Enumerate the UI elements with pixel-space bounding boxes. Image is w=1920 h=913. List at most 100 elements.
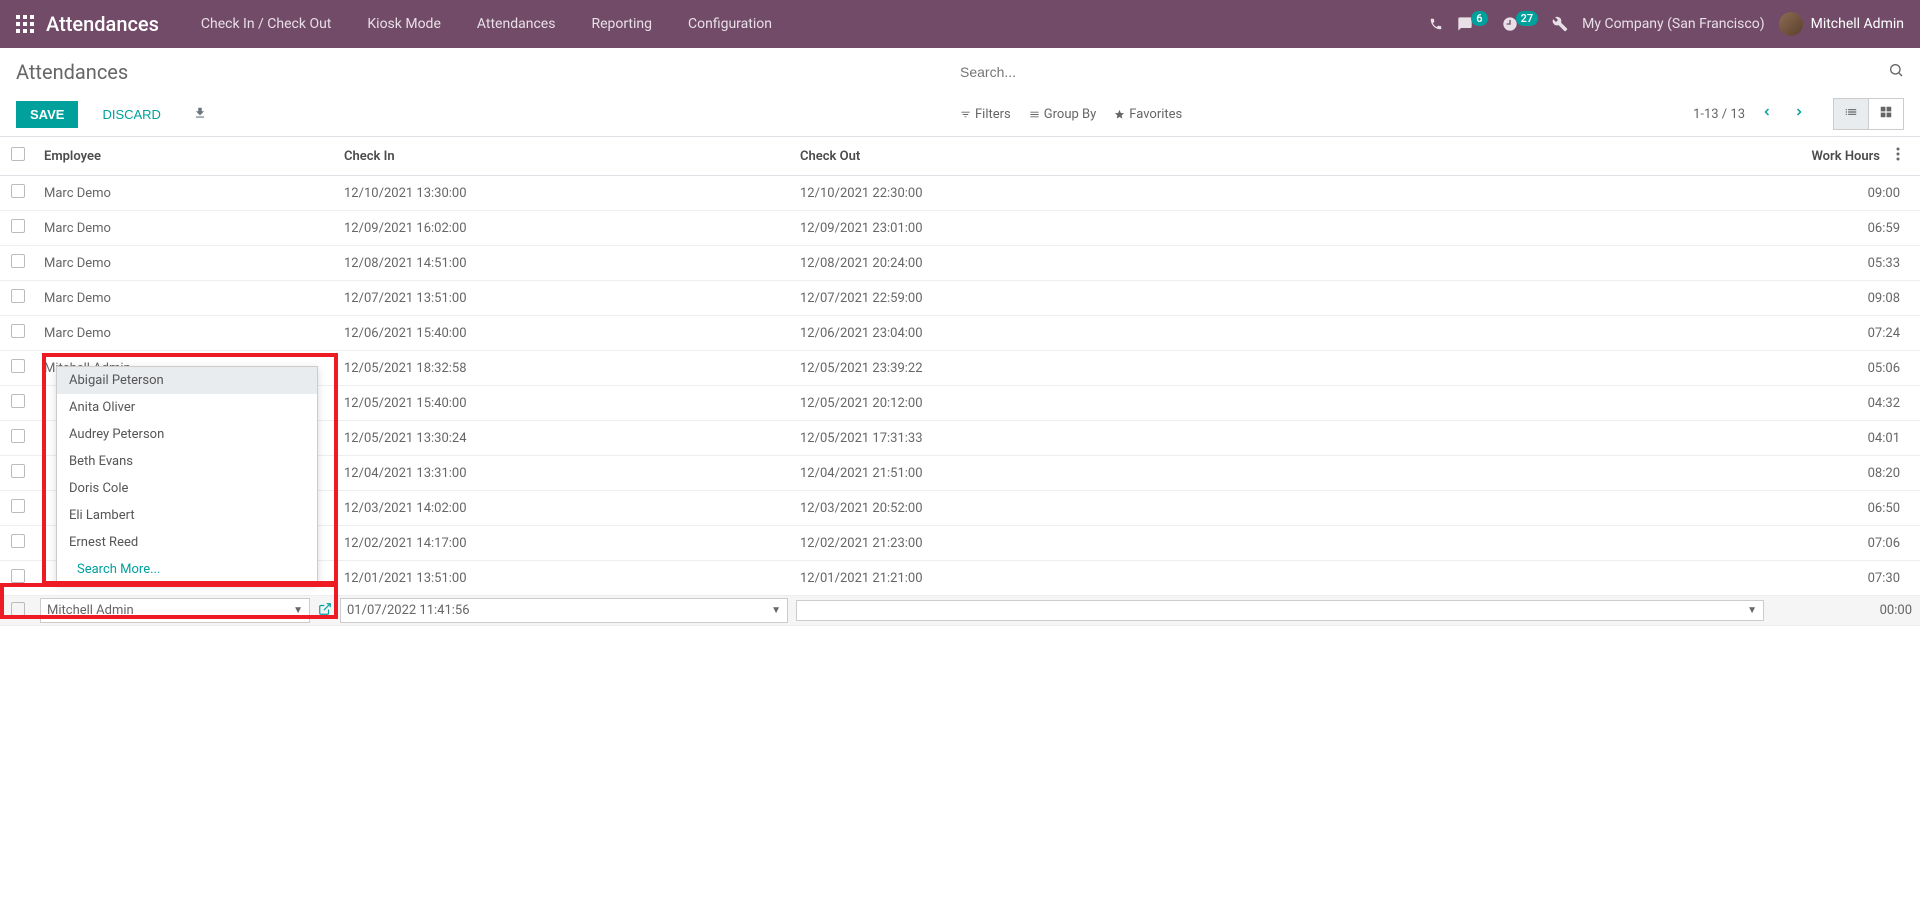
cell-hours: 06:59: [1768, 211, 1920, 246]
menu-reporting[interactable]: Reporting: [577, 0, 666, 48]
header-checkout[interactable]: Check Out: [792, 137, 1768, 176]
cell-hours: 06:50: [1768, 491, 1920, 526]
favorites-button[interactable]: Favorites: [1114, 107, 1182, 122]
dropdown-option[interactable]: Audrey Peterson: [57, 421, 317, 448]
checkin-input[interactable]: 01/07/2022 11:41:56 ▼: [340, 598, 788, 623]
groupby-button[interactable]: Group By: [1029, 107, 1097, 122]
menu-checkin[interactable]: Check In / Check Out: [187, 0, 345, 48]
cell-checkout: 12/05/2021 23:39:22: [792, 351, 1768, 386]
menu-attendances[interactable]: Attendances: [463, 0, 570, 48]
row-checkbox[interactable]: [11, 324, 25, 338]
cell-checkout: 12/04/2021 21:51:00: [792, 456, 1768, 491]
row-checkbox[interactable]: [11, 359, 25, 373]
cell-employee: Marc Demo: [36, 246, 336, 281]
download-button[interactable]: [185, 100, 215, 129]
search-input[interactable]: [960, 58, 1880, 86]
dropdown-search-more[interactable]: Search More...: [57, 556, 317, 583]
table-row[interactable]: Marc Demo 12/10/2021 13:30:00 12/10/2021…: [0, 176, 1920, 211]
cell-checkin: 12/02/2021 14:17:00: [336, 526, 792, 561]
row-checkbox[interactable]: [11, 499, 25, 513]
table-options[interactable]: [1888, 137, 1920, 176]
row-checkbox[interactable]: [11, 602, 25, 616]
row-checkbox[interactable]: [11, 184, 25, 198]
table-row[interactable]: Marc Demo 12/06/2021 15:40:00 12/06/2021…: [0, 316, 1920, 351]
messages-icon[interactable]: 6: [1457, 16, 1487, 32]
table-row[interactable]: Marc Demo 12/09/2021 16:02:00 12/09/2021…: [0, 211, 1920, 246]
cell-checkin: 12/04/2021 13:31:00: [336, 456, 792, 491]
cell-hours: 07:06: [1768, 526, 1920, 561]
page-title: Attendances: [16, 60, 960, 84]
filters-button[interactable]: Filters: [960, 107, 1011, 122]
activities-icon[interactable]: 27: [1502, 16, 1539, 32]
employee-input[interactable]: Mitchell Admin ▼: [40, 598, 310, 623]
pager-text[interactable]: 1-13 / 13: [1693, 107, 1745, 122]
row-checkbox[interactable]: [11, 429, 25, 443]
cell-checkin: 12/05/2021 18:32:58: [336, 351, 792, 386]
messages-badge: 6: [1471, 11, 1487, 26]
cell-checkout: 12/06/2021 23:04:00: [792, 316, 1768, 351]
activities-badge: 27: [1516, 11, 1539, 26]
table-row[interactable]: Marc Demo 12/07/2021 13:51:00 12/07/2021…: [0, 281, 1920, 316]
external-link-icon[interactable]: [318, 602, 332, 619]
avatar-icon: [1779, 12, 1803, 36]
navbar: Attendances Check In / Check Out Kiosk M…: [0, 0, 1920, 48]
row-checkbox[interactable]: [11, 534, 25, 548]
dropdown-option[interactable]: Beth Evans: [57, 448, 317, 475]
cell-checkin: 12/08/2021 14:51:00: [336, 246, 792, 281]
dropdown-option[interactable]: Abigail Peterson: [57, 367, 317, 394]
cell-employee: Marc Demo: [36, 316, 336, 351]
save-button[interactable]: SAVE: [16, 101, 78, 128]
dropdown-option[interactable]: Ernest Reed: [57, 529, 317, 556]
edit-row[interactable]: Mitchell Admin ▼ 01/07/2022 11:41:56 ▼ ▼…: [0, 596, 1920, 626]
pager-next[interactable]: [1789, 102, 1809, 126]
employee-dropdown: Abigail Peterson Anita Oliver Audrey Pet…: [56, 366, 318, 584]
row-checkbox[interactable]: [11, 569, 25, 583]
row-checkbox[interactable]: [11, 254, 25, 268]
cell-checkout: 12/02/2021 21:23:00: [792, 526, 1768, 561]
company-selector[interactable]: My Company (San Francisco): [1582, 16, 1764, 32]
dropdown-option[interactable]: Doris Cole: [57, 475, 317, 502]
chevron-down-icon: ▼: [293, 605, 303, 616]
user-name: Mitchell Admin: [1811, 16, 1904, 32]
cell-hours: 05:33: [1768, 246, 1920, 281]
select-all-checkbox[interactable]: [11, 147, 25, 161]
table-header-row: Employee Check In Check Out Work Hours: [0, 137, 1920, 176]
pager-prev[interactable]: [1757, 102, 1777, 126]
cell-hours: 07:24: [1768, 316, 1920, 351]
user-menu[interactable]: Mitchell Admin: [1779, 12, 1904, 36]
cell-checkout: 12/07/2021 22:59:00: [792, 281, 1768, 316]
navbar-menu: Check In / Check Out Kiosk Mode Attendan…: [187, 0, 1429, 48]
cell-hours: 07:30: [1768, 561, 1920, 596]
star-icon: [1114, 109, 1125, 120]
dropdown-option[interactable]: Eli Lambert: [57, 502, 317, 529]
attendances-table: Employee Check In Check Out Work Hours M…: [0, 137, 1920, 626]
checkout-input[interactable]: ▼: [796, 600, 1764, 621]
groupby-icon: [1029, 109, 1040, 120]
dropdown-option[interactable]: Anita Oliver: [57, 394, 317, 421]
cell-checkin: 12/05/2021 13:30:24: [336, 421, 792, 456]
menu-kiosk[interactable]: Kiosk Mode: [353, 0, 455, 48]
discard-button[interactable]: DISCARD: [94, 101, 169, 128]
header-checkin[interactable]: Check In: [336, 137, 792, 176]
header-workhours[interactable]: Work Hours: [1768, 137, 1888, 176]
debug-icon[interactable]: [1552, 16, 1568, 32]
cell-checkin: 12/01/2021 13:51:00: [336, 561, 792, 596]
row-checkbox[interactable]: [11, 219, 25, 233]
header-employee[interactable]: Employee: [36, 137, 336, 176]
row-checkbox[interactable]: [11, 289, 25, 303]
menu-configuration[interactable]: Configuration: [674, 0, 786, 48]
cell-hours: 08:20: [1768, 456, 1920, 491]
table-row[interactable]: Marc Demo 12/08/2021 14:51:00 12/08/2021…: [0, 246, 1920, 281]
app-title[interactable]: Attendances: [46, 12, 159, 36]
row-checkbox[interactable]: [11, 464, 25, 478]
cell-checkin: 12/07/2021 13:51:00: [336, 281, 792, 316]
cell-checkin: 12/03/2021 14:02:00: [336, 491, 792, 526]
view-list-button[interactable]: [1833, 98, 1868, 130]
cell-checkout: 12/08/2021 20:24:00: [792, 246, 1768, 281]
apps-icon[interactable]: [16, 15, 34, 33]
control-panel: Attendances SAVE DISCARD Filters: [0, 48, 1920, 137]
phone-icon[interactable]: [1429, 17, 1443, 31]
row-checkbox[interactable]: [11, 394, 25, 408]
search-icon[interactable]: [1888, 62, 1904, 82]
view-kanban-button[interactable]: [1868, 98, 1904, 130]
